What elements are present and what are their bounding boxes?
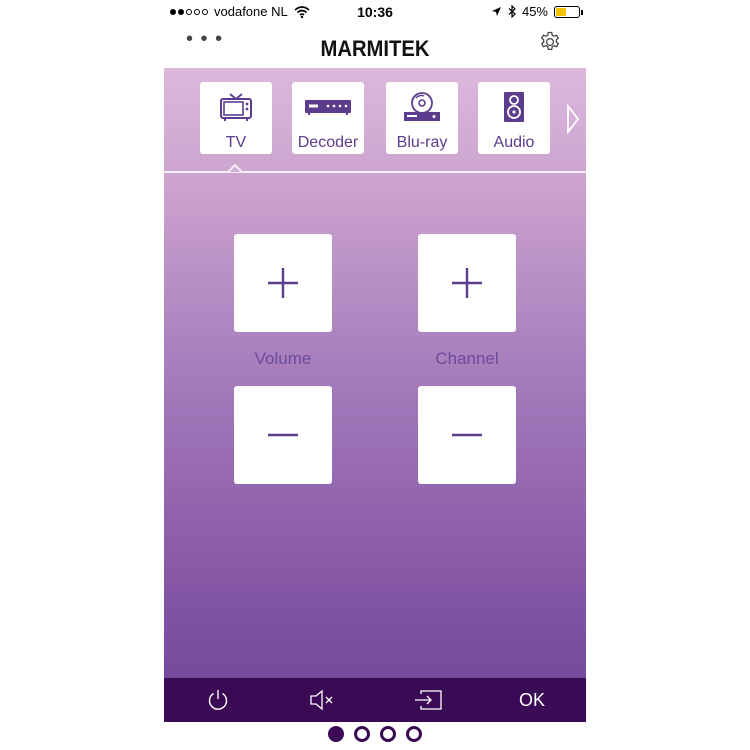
app-header: • • • MARMITEK <box>164 24 586 68</box>
minus-icon <box>268 433 298 437</box>
device-label: TV <box>225 134 247 151</box>
plus-icon <box>268 268 298 298</box>
device-label: Audio <box>493 134 535 151</box>
channel-down-button[interactable] <box>418 386 516 484</box>
power-button[interactable] <box>188 678 248 722</box>
page-indicator <box>0 726 750 746</box>
page-dot-1[interactable] <box>328 726 344 742</box>
page-dot-3[interactable] <box>380 726 396 742</box>
bluray-icon <box>404 92 440 121</box>
bluetooth-icon <box>508 5 516 18</box>
page-dot-4[interactable] <box>406 726 422 742</box>
gear-icon[interactable] <box>538 30 562 54</box>
battery-icon <box>554 5 583 18</box>
device-label: Decoder <box>297 134 359 151</box>
mute-icon <box>310 689 333 711</box>
decoder-icon <box>305 100 351 115</box>
plus-icon <box>452 268 482 298</box>
ok-button[interactable]: OK <box>502 678 562 722</box>
device-selector: TV Decoder Blu-ray Audio <box>164 82 586 158</box>
device-tab-tv[interactable]: TV <box>200 82 272 154</box>
input-source-button[interactable] <box>398 678 458 722</box>
volume-label: Volume <box>254 349 312 368</box>
mute-button[interactable] <box>292 678 352 722</box>
page-dot-2[interactable] <box>354 726 370 742</box>
tv-icon <box>220 93 252 121</box>
battery-fill <box>556 7 566 16</box>
bottom-action-bar: OK <box>164 678 586 722</box>
minus-icon <box>452 433 482 437</box>
device-tab-decoder[interactable]: Decoder <box>292 82 364 154</box>
app-screen: vodafone NL 10:36 45% • • • MARMITEK TV … <box>164 0 586 722</box>
battery-percent: 45% <box>521 4 548 19</box>
device-tab-bluray[interactable]: Blu-ray <box>386 82 458 154</box>
brand-logo: MARMITEK <box>320 36 430 61</box>
power-icon <box>208 690 228 710</box>
status-bar: vodafone NL 10:36 45% <box>164 0 586 24</box>
input-source-icon <box>415 690 442 710</box>
chevron-right-icon[interactable] <box>566 104 580 134</box>
device-tab-audio[interactable]: Audio <box>478 82 550 154</box>
selected-device-pointer-icon <box>228 164 242 173</box>
status-right: 45% <box>491 4 583 19</box>
remote-panel: TV Decoder Blu-ray Audio Volume Channel <box>164 68 586 678</box>
volume-up-button[interactable] <box>234 234 332 332</box>
device-label: Blu-ray <box>396 134 448 151</box>
channel-up-button[interactable] <box>418 234 516 332</box>
channel-label: Channel <box>435 349 499 368</box>
location-arrow-icon <box>491 7 501 16</box>
volume-down-button[interactable] <box>234 386 332 484</box>
speaker-icon <box>504 92 524 122</box>
